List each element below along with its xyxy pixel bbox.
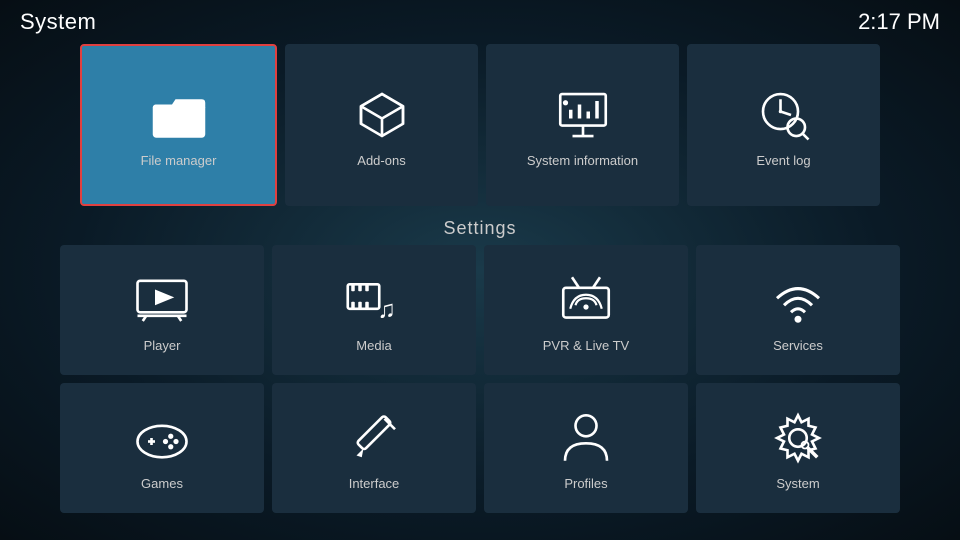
tile-interface[interactable]: Interface — [272, 383, 476, 513]
svg-text:♫: ♫ — [378, 296, 396, 323]
tile-media-label: Media — [356, 338, 391, 353]
tile-pvr-live-tv[interactable]: PVR & Live TV — [484, 245, 688, 375]
tile-event-log-label: Event log — [756, 153, 810, 168]
clock: 2:17 PM — [858, 9, 940, 35]
system-info-icon — [551, 83, 615, 147]
games-icon — [130, 406, 194, 470]
add-ons-icon — [350, 83, 414, 147]
pvr-icon — [554, 268, 618, 332]
tile-file-manager-label: File manager — [141, 153, 217, 168]
folder-icon — [147, 83, 211, 147]
tile-add-ons-label: Add-ons — [357, 153, 405, 168]
tile-player-label: Player — [144, 338, 181, 353]
screen: System 2:17 PM File manager — [0, 0, 960, 540]
tile-add-ons[interactable]: Add-ons — [285, 44, 478, 206]
tile-system-info-label: System information — [527, 153, 638, 168]
tile-profiles-label: Profiles — [564, 476, 607, 491]
player-icon — [130, 268, 194, 332]
tile-profiles[interactable]: Profiles — [484, 383, 688, 513]
tile-player[interactable]: Player — [60, 245, 264, 375]
system-icon — [766, 406, 830, 470]
settings-row-1: Player ♫ — [60, 245, 900, 375]
header: System 2:17 PM — [0, 0, 960, 44]
top-row: File manager Add-ons — [0, 44, 960, 214]
services-icon — [766, 268, 830, 332]
tile-services[interactable]: Services — [696, 245, 900, 375]
settings-row-2: Games Interface — [60, 383, 900, 513]
media-icon: ♫ — [342, 268, 406, 332]
profiles-icon — [554, 406, 618, 470]
app-title: System — [20, 9, 96, 35]
interface-icon — [342, 406, 406, 470]
tile-games-label: Games — [141, 476, 183, 491]
tile-pvr-label: PVR & Live TV — [543, 338, 629, 353]
tile-services-label: Services — [773, 338, 823, 353]
tile-interface-label: Interface — [349, 476, 400, 491]
event-log-icon — [752, 83, 816, 147]
tile-games[interactable]: Games — [60, 383, 264, 513]
tile-file-manager[interactable]: File manager — [80, 44, 277, 206]
tile-system[interactable]: System — [696, 383, 900, 513]
settings-label: Settings — [60, 218, 900, 239]
tile-event-log[interactable]: Event log — [687, 44, 880, 206]
tile-system-label: System — [776, 476, 819, 491]
settings-section: Settings Player — [0, 218, 960, 513]
tile-media[interactable]: ♫ Media — [272, 245, 476, 375]
tile-system-information[interactable]: System information — [486, 44, 679, 206]
